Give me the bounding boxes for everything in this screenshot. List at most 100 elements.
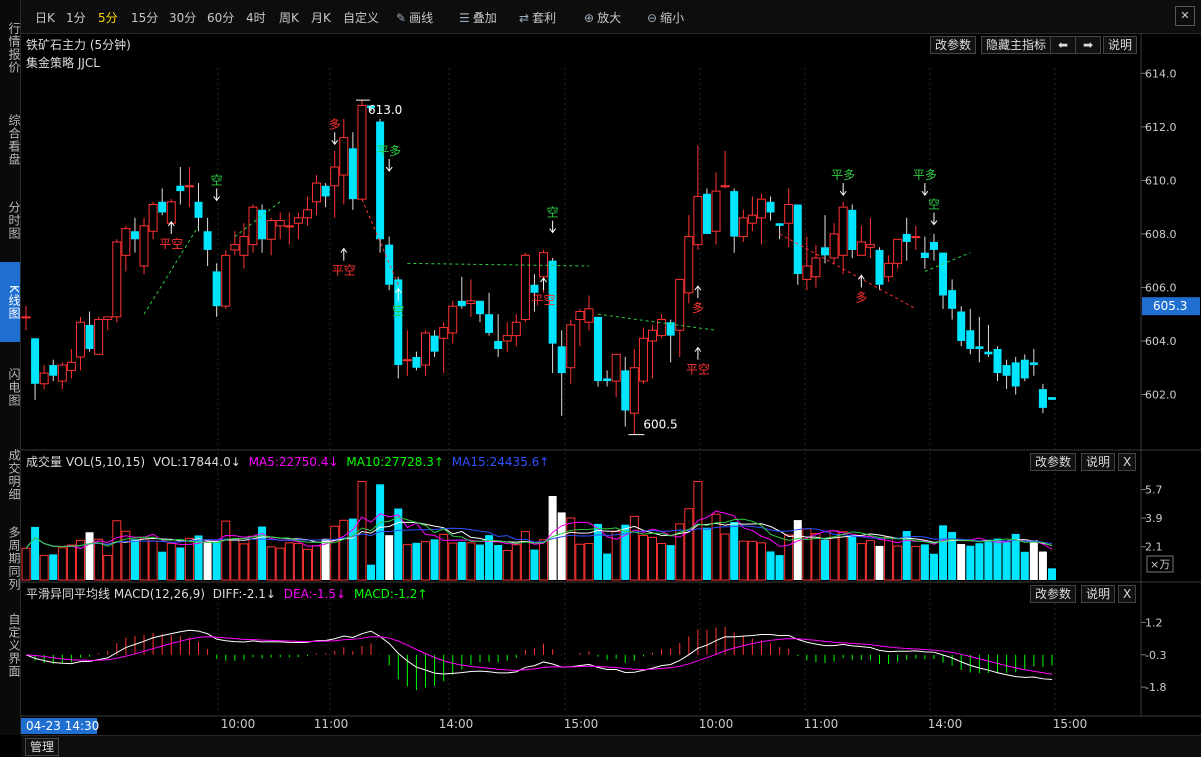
volume-axis-label: 5.7 (1145, 483, 1163, 496)
volume-bar-down (367, 564, 376, 580)
volume-bar-up (466, 542, 476, 581)
candle-body-up (893, 238, 903, 264)
volume-bar-up (720, 533, 730, 581)
candle-body-up (239, 236, 249, 256)
volume-bar-up (66, 544, 76, 581)
volume-bar-down (957, 543, 966, 580)
candle-body-down (975, 346, 984, 349)
candle-body-up (911, 236, 921, 239)
volume-bar-down (966, 545, 975, 580)
price-axis-label: 610.0 (1145, 174, 1177, 187)
signal-label: 平多 (377, 144, 401, 158)
volume-bar-up (312, 545, 322, 581)
signal-arrow-up (340, 247, 348, 261)
candle-body-up (112, 241, 122, 318)
candle-body-up (302, 209, 312, 219)
volume-bar-up (139, 538, 149, 581)
volume-bar-up (638, 534, 648, 581)
volume-bar-up (511, 544, 521, 581)
volume-bar-up (75, 539, 85, 581)
volume-bar-down (385, 535, 394, 580)
signal-label: 平空 (532, 293, 556, 307)
candle-body-up (466, 300, 476, 304)
candle-body-up (293, 217, 303, 224)
candle-body-down (494, 340, 503, 349)
candle-body-up (811, 257, 821, 278)
time-axis-label: 10:00 (699, 717, 734, 731)
candle-body-down (875, 249, 884, 285)
time-axis-label: 10:00 (221, 717, 256, 731)
volume-bar-down (1020, 551, 1029, 580)
volume-bar-up (448, 542, 458, 581)
candle-body-down (993, 348, 1002, 374)
candle-body-up (720, 185, 730, 188)
candle-body-up (221, 254, 231, 307)
candle-body-down (966, 330, 975, 349)
candle-body-up (865, 244, 875, 248)
volume-bar-up (148, 540, 158, 581)
candle-body-up (139, 225, 149, 267)
candle-body-up (638, 337, 648, 382)
time-axis-label: 15:00 (1053, 717, 1088, 731)
candle-body-down (821, 247, 830, 256)
candle-body-up (166, 201, 176, 224)
volume-axis-label: 2.1 (1145, 541, 1163, 554)
macd-axis-label: -0.3 (1145, 649, 1166, 662)
candle-body-up (402, 359, 412, 362)
signal-label: 空 (211, 173, 223, 187)
volume-bar-down (1029, 540, 1038, 580)
volume-bar-down (848, 535, 857, 580)
volume-bar-up (693, 481, 703, 581)
macd-axis-label: -1.8 (1145, 681, 1166, 694)
candle-body-up (266, 220, 276, 240)
candle-body-up (711, 190, 721, 232)
volume-bar-up (566, 517, 576, 581)
candle-body-down (430, 335, 439, 352)
volume-bar-up (402, 544, 412, 581)
candle-body-up (584, 308, 594, 323)
price-axis-label: 606.0 (1145, 281, 1177, 294)
high-price-label: 613.0 (368, 103, 402, 117)
candle-body-up (566, 324, 576, 369)
kline-chart[interactable]: 614.0 612.0 610.0 608.0 606.0 604.0 602.0 605.3… (0, 0, 1201, 756)
candlestick-series (21, 100, 1056, 435)
candle-body-down (321, 185, 330, 197)
candle-body-up (684, 236, 694, 294)
volume-bar-up (339, 519, 349, 581)
candle-body-up (421, 332, 431, 366)
volume-bar-up (330, 525, 340, 581)
volume-bar-up (911, 545, 921, 581)
signal-label: 空 (547, 206, 559, 220)
candle-body-down (939, 252, 948, 296)
volume-bar-down (412, 542, 421, 580)
candle-body-up (784, 203, 794, 224)
volume-bar-up (747, 540, 757, 581)
candle-body-down (49, 365, 58, 376)
volume-bar-up (838, 531, 848, 581)
volume-bar-down (530, 549, 539, 580)
candle-body-up (502, 335, 512, 342)
volume-bar-down (494, 545, 503, 580)
time-axis-label: 14:00 (928, 717, 963, 731)
signal-label: 平多 (913, 168, 937, 182)
volume-bar-down (730, 521, 739, 580)
trend-line (924, 252, 971, 272)
candle-body-down (902, 233, 911, 242)
candle-body-down (412, 357, 421, 368)
candle-body-up (629, 367, 639, 414)
signal-arrow-down (921, 183, 929, 196)
bottom-bar: 管理 (21, 735, 1201, 757)
volume-bar-up (248, 535, 258, 581)
macd-histogram (34, 626, 1053, 691)
volume-bar-up (284, 542, 294, 581)
candle-body-down (920, 252, 929, 258)
signal-label: 多 (855, 290, 867, 304)
volume-bar-up (39, 554, 49, 581)
signal-label: 空 (928, 198, 940, 212)
cursor-time-label: 04-23 14:30 (26, 719, 99, 733)
signal-arrow-down (930, 212, 938, 226)
candle-body-down (258, 209, 267, 240)
candle-body-down (793, 204, 802, 275)
manage-button[interactable]: 管理 (25, 738, 60, 756)
time-axis-label: 11:00 (314, 717, 349, 731)
